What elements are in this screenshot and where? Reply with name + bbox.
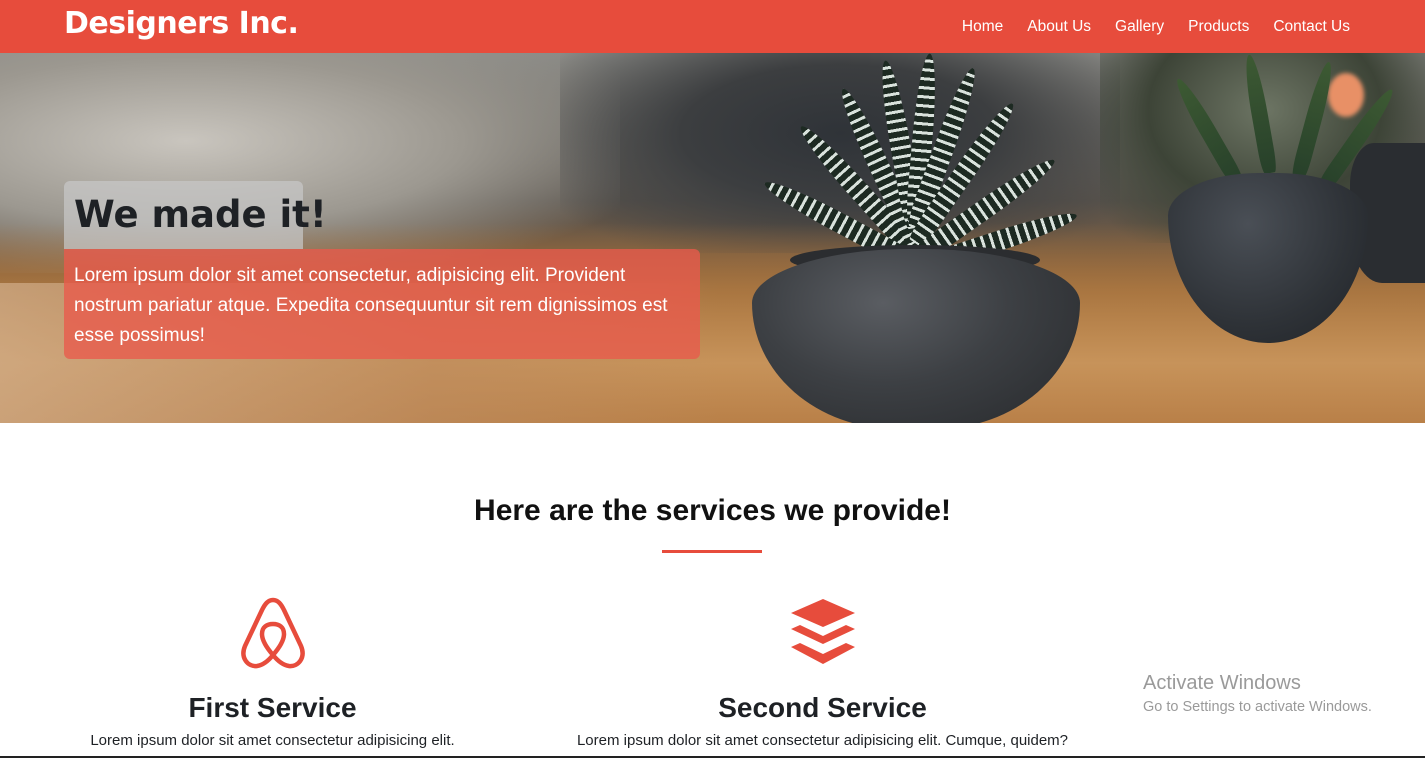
navbar: Designers Inc. Home About Us Gallery Pro…: [0, 0, 1425, 53]
brand-logo[interactable]: Designers Inc.: [64, 6, 299, 41]
nav-links: Home About Us Gallery Products Contact U…: [938, 0, 1350, 53]
service-text: Lorem ipsum dolor sit amet consectetur a…: [576, 732, 1069, 749]
hero-title-box: We made it!: [64, 181, 327, 249]
nav-link-contact-us[interactable]: Contact Us: [1273, 18, 1350, 36]
hero-title: We made it!: [74, 193, 327, 236]
nav-link-about-us[interactable]: About Us: [1027, 18, 1091, 36]
activate-windows-watermark: Activate Windows Go to Settings to activ…: [1143, 672, 1372, 715]
activate-windows-subtitle: Go to Settings to activate Windows.: [1143, 699, 1372, 715]
service-title: First Service: [188, 692, 357, 723]
nav-link-gallery[interactable]: Gallery: [1115, 18, 1164, 36]
services-heading: Here are the services we provide!: [474, 494, 951, 527]
service-card-second: Second Service Lorem ipsum dolor sit ame…: [540, 596, 1105, 749]
layers-icon: [790, 599, 855, 664]
hero-banner: We made it! Lorem ipsum dolor sit amet c…: [0, 53, 1425, 423]
hero-text-box: Lorem ipsum dolor sit amet consectetur, …: [64, 249, 700, 359]
service-title: Second Service: [718, 692, 927, 723]
activate-windows-title: Activate Windows: [1143, 672, 1301, 694]
service-text: Lorem ipsum dolor sit amet consectetur a…: [90, 732, 455, 749]
nav-link-products[interactable]: Products: [1188, 18, 1249, 36]
services-divider: [662, 550, 762, 553]
hero-text: Lorem ipsum dolor sit amet consectetur, …: [74, 265, 668, 346]
airbnb-icon: [240, 597, 305, 669]
service-card-first: First Service Lorem ipsum dolor sit amet…: [60, 596, 485, 749]
nav-link-home[interactable]: Home: [962, 18, 1003, 36]
